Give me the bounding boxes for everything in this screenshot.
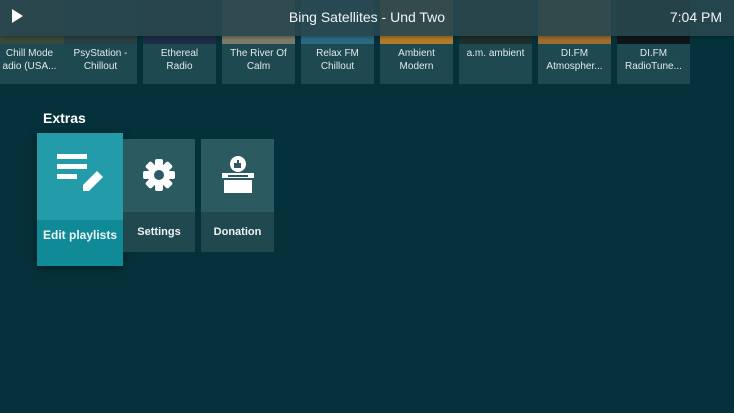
- donation-tile[interactable]: Donation: [201, 139, 274, 252]
- tile-label: Edit playlists: [42, 228, 118, 242]
- station-label: Chill Mode adio (USA...: [2, 48, 57, 72]
- clock: 7:04 PM: [669, 9, 722, 25]
- station-label: PsyStation - Chillout: [73, 48, 128, 72]
- now-playing-title: Bing Satellites - Und Two: [288, 9, 446, 25]
- section-title-extras: Extras: [43, 110, 86, 126]
- station-label: a.m. ambient: [466, 48, 525, 59]
- edit-playlists-tile[interactable]: Edit playlists: [37, 133, 123, 266]
- station-label: The River Of Calm: [230, 48, 287, 72]
- station-label: Relax FM Chillout: [316, 48, 359, 72]
- station-label: Ethereal Radio: [160, 48, 199, 72]
- tile-icon-area: [201, 139, 274, 212]
- station-label: DI.FM RadioTune...: [625, 48, 682, 72]
- donation-box-icon: [222, 156, 254, 193]
- tile-label: Settings: [137, 226, 181, 238]
- gear-icon: [143, 159, 175, 191]
- tile-label: Donation: [213, 226, 262, 238]
- tile-icon-area: [123, 139, 195, 212]
- edit-list-icon: [57, 154, 103, 191]
- tile-icon-area: [37, 133, 123, 220]
- top-bar: Bing Satellites - Und Two 7:04 PM: [0, 0, 734, 36]
- settings-tile[interactable]: Settings: [123, 139, 195, 252]
- station-label: Ambient Modern: [398, 48, 435, 72]
- station-label: DI.FM Atmospher...: [546, 48, 603, 72]
